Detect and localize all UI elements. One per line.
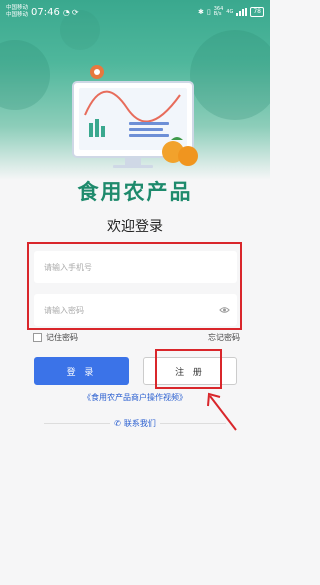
contact-row: ✆ 联系我们 bbox=[44, 417, 226, 429]
battery-icon: 78 bbox=[250, 7, 264, 17]
remember-label: 记住密码 bbox=[46, 333, 78, 342]
login-button[interactable]: 登 录 bbox=[34, 357, 129, 385]
forgot-password-link[interactable]: 忘记密码 bbox=[208, 332, 240, 343]
bluetooth-icon: ✱ bbox=[198, 8, 204, 16]
clock: 07:46 bbox=[31, 6, 60, 18]
carrier-1: 中国移动 bbox=[6, 5, 29, 11]
status-right: ✱ ▯ 364 B/s 4G 78 bbox=[198, 7, 264, 17]
remember-checkbox[interactable] bbox=[33, 333, 42, 342]
carrier-2: 中国移动 bbox=[6, 12, 29, 18]
net-speed-unit: B/s bbox=[213, 11, 222, 17]
phone-icon: ✆ bbox=[114, 418, 121, 428]
contact-label: 联系我们 bbox=[123, 418, 156, 428]
contact-us-link[interactable]: ✆ 联系我们 bbox=[110, 417, 160, 429]
phone-input[interactable]: 请输入手机号 bbox=[34, 251, 237, 283]
register-annotation-box bbox=[155, 349, 222, 389]
brand-title: 食用农产品 bbox=[77, 180, 193, 204]
carrier-labels: 中国移动 中国移动 bbox=[6, 5, 28, 19]
dashboard-illustration bbox=[72, 65, 198, 168]
sync-icon: ⟳ bbox=[71, 7, 79, 17]
net-speed: 364 B/s bbox=[214, 7, 224, 17]
remember-password[interactable]: 记住密码 bbox=[33, 332, 78, 343]
welcome-heading: 欢迎登录 bbox=[107, 219, 163, 235]
network-type: 4G bbox=[226, 9, 234, 15]
password-placeholder: 请输入密码 bbox=[44, 305, 84, 315]
signal-icon bbox=[236, 8, 248, 16]
phone-placeholder: 请输入手机号 bbox=[44, 262, 92, 272]
notification-icons: ◔ ⟳ bbox=[63, 8, 79, 17]
status-bar: 中国移动 中国移动 07:46 ◔ ⟳ ✱ ▯ 364 B/s 4G 78 bbox=[0, 0, 270, 24]
password-input[interactable]: 请输入密码 bbox=[34, 294, 237, 326]
vibrate-icon: ▯ bbox=[206, 8, 211, 16]
eye-icon[interactable] bbox=[219, 305, 230, 315]
bell-icon: ◔ bbox=[62, 7, 70, 17]
arrow-annotation-icon bbox=[207, 392, 237, 431]
